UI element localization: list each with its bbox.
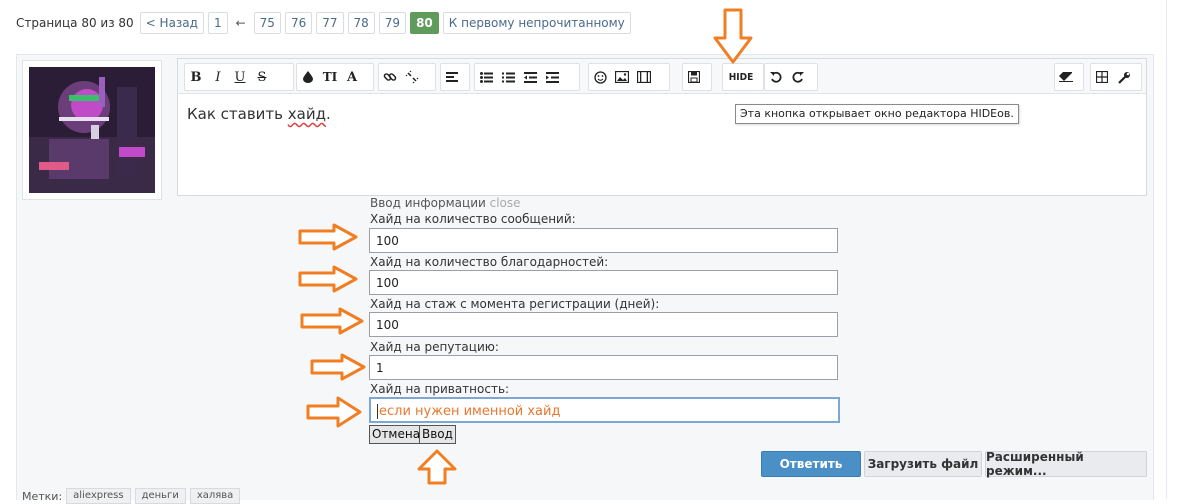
page-link-78[interactable]: 78 (347, 12, 375, 34)
form-title-text: Ввод информации (370, 196, 486, 210)
up-arrow-annotation (416, 449, 458, 485)
italic-button[interactable]: I (207, 66, 229, 88)
tags-label: Метки: (22, 489, 63, 503)
text-cursor (377, 404, 378, 419)
image-icon[interactable] (611, 66, 633, 88)
privacy-hide-value: если нужен именной хайд (379, 404, 561, 419)
indent-icon[interactable] (541, 66, 563, 88)
advanced-mode-button[interactable]: Расширенный режим... (985, 450, 1147, 478)
page-link-79[interactable]: 79 (378, 12, 407, 34)
editor-text-end: . (325, 105, 331, 123)
unlink-icon[interactable] (401, 66, 423, 88)
thanks-hide-label: Хайд на количество благодарностей: (370, 255, 609, 269)
clear-group (1054, 63, 1084, 91)
table-icon[interactable] (1091, 66, 1113, 88)
page-border (1166, 0, 1167, 499)
reply-button[interactable]: Ответить (761, 451, 861, 477)
outdent-icon[interactable] (519, 66, 541, 88)
current-page: 80 (410, 12, 439, 34)
message-editor[interactable]: B I U S TI A HIDE Как ставить хайд. (177, 58, 1147, 196)
bullet-list-icon[interactable] (475, 66, 497, 88)
right-arrow-annotation (298, 265, 358, 293)
link-icon[interactable] (379, 66, 401, 88)
tags-row: Метки: aliexpress деньги халява (22, 488, 241, 504)
tag-item[interactable]: деньги (134, 488, 186, 504)
right-arrow-annotation (310, 353, 366, 381)
upload-file-button[interactable]: Загрузить файл (864, 451, 982, 477)
editor-content[interactable]: Как ставить хайд. (187, 105, 331, 123)
wrench-icon[interactable] (1113, 66, 1135, 88)
underline-button[interactable]: U (229, 66, 251, 88)
pagination: Страница 80 из 80 < Назад 1 ← 75 76 77 7… (16, 12, 635, 34)
eraser-icon[interactable] (1055, 66, 1077, 88)
droplet-icon[interactable] (297, 66, 319, 88)
page-link-75[interactable]: 75 (253, 12, 281, 34)
smiley-icon[interactable] (589, 66, 611, 88)
hide-group: HIDE (722, 63, 764, 91)
right-arrow-annotation (306, 396, 362, 428)
misspelled-word: хайд (287, 105, 326, 123)
messages-hide-input[interactable]: 100 (369, 228, 838, 253)
history-group (764, 63, 818, 91)
hide-tooltip: Эта кнопка открывает окно редактора HIDE… (735, 104, 1019, 124)
page-link-77[interactable]: 77 (316, 12, 344, 34)
days-hide-label: Хайд на стаж с момента регистрации (дней… (370, 297, 660, 311)
tag-item[interactable]: aliexpress (66, 488, 131, 504)
form-title: Ввод информации close (370, 196, 521, 210)
bold-button[interactable]: B (185, 66, 207, 88)
privacy-hide-label: Хайд на приватность: (370, 382, 510, 396)
undo-icon[interactable] (765, 66, 787, 88)
page-indicator: Страница 80 из 80 (16, 16, 134, 30)
privacy-hide-input[interactable]: если нужен именной хайд (369, 397, 840, 423)
prev-page-link[interactable]: < Назад (139, 12, 204, 34)
link-group (378, 63, 436, 91)
messages-hide-label: Хайд на количество сообщений: (370, 212, 576, 226)
avatar-frame (22, 60, 162, 200)
list-group (474, 63, 580, 91)
save-draft-icon[interactable] (683, 66, 705, 88)
page-link-76[interactable]: 76 (284, 12, 313, 34)
style-group: TI A (296, 63, 374, 91)
right-arrow-annotation (300, 307, 364, 335)
font-family-button[interactable]: A (341, 66, 363, 88)
thanks-hide-input[interactable]: 100 (369, 270, 838, 295)
reputation-hide-input[interactable]: 1 (369, 355, 838, 380)
page-link-1[interactable]: 1 (207, 12, 228, 34)
reputation-hide-label: Хайд на репутацию: (370, 340, 499, 354)
font-size-button[interactable]: TI (319, 66, 341, 88)
first-unread-link[interactable]: К первому непрочитанному (442, 12, 631, 34)
redo-icon[interactable] (787, 66, 809, 88)
avatar (29, 67, 155, 193)
tools-group (1090, 63, 1142, 91)
save-group (682, 63, 712, 91)
editor-toolbar: B I U S TI A HIDE (178, 59, 1146, 94)
right-arrow-annotation (298, 223, 358, 251)
editor-text-start: Как ставить (187, 105, 288, 123)
tag-item[interactable]: халява (189, 488, 241, 504)
align-group (440, 63, 470, 91)
form-submit-button[interactable]: Ввод (419, 425, 456, 444)
strike-button[interactable]: S (251, 66, 273, 88)
days-hide-input[interactable]: 100 (369, 312, 838, 337)
align-left-icon[interactable] (441, 66, 463, 88)
form-cancel-button[interactable]: Отмена (369, 425, 424, 444)
media-group (588, 63, 670, 91)
numbered-list-icon[interactable] (497, 66, 519, 88)
format-group: B I U S (184, 63, 294, 91)
form-close-link[interactable]: close (490, 196, 521, 210)
down-arrow-annotation (713, 8, 753, 64)
hide-button[interactable]: HIDE (723, 66, 759, 88)
page-skip-arrow[interactable]: ← (231, 13, 250, 33)
video-icon[interactable] (633, 66, 655, 88)
